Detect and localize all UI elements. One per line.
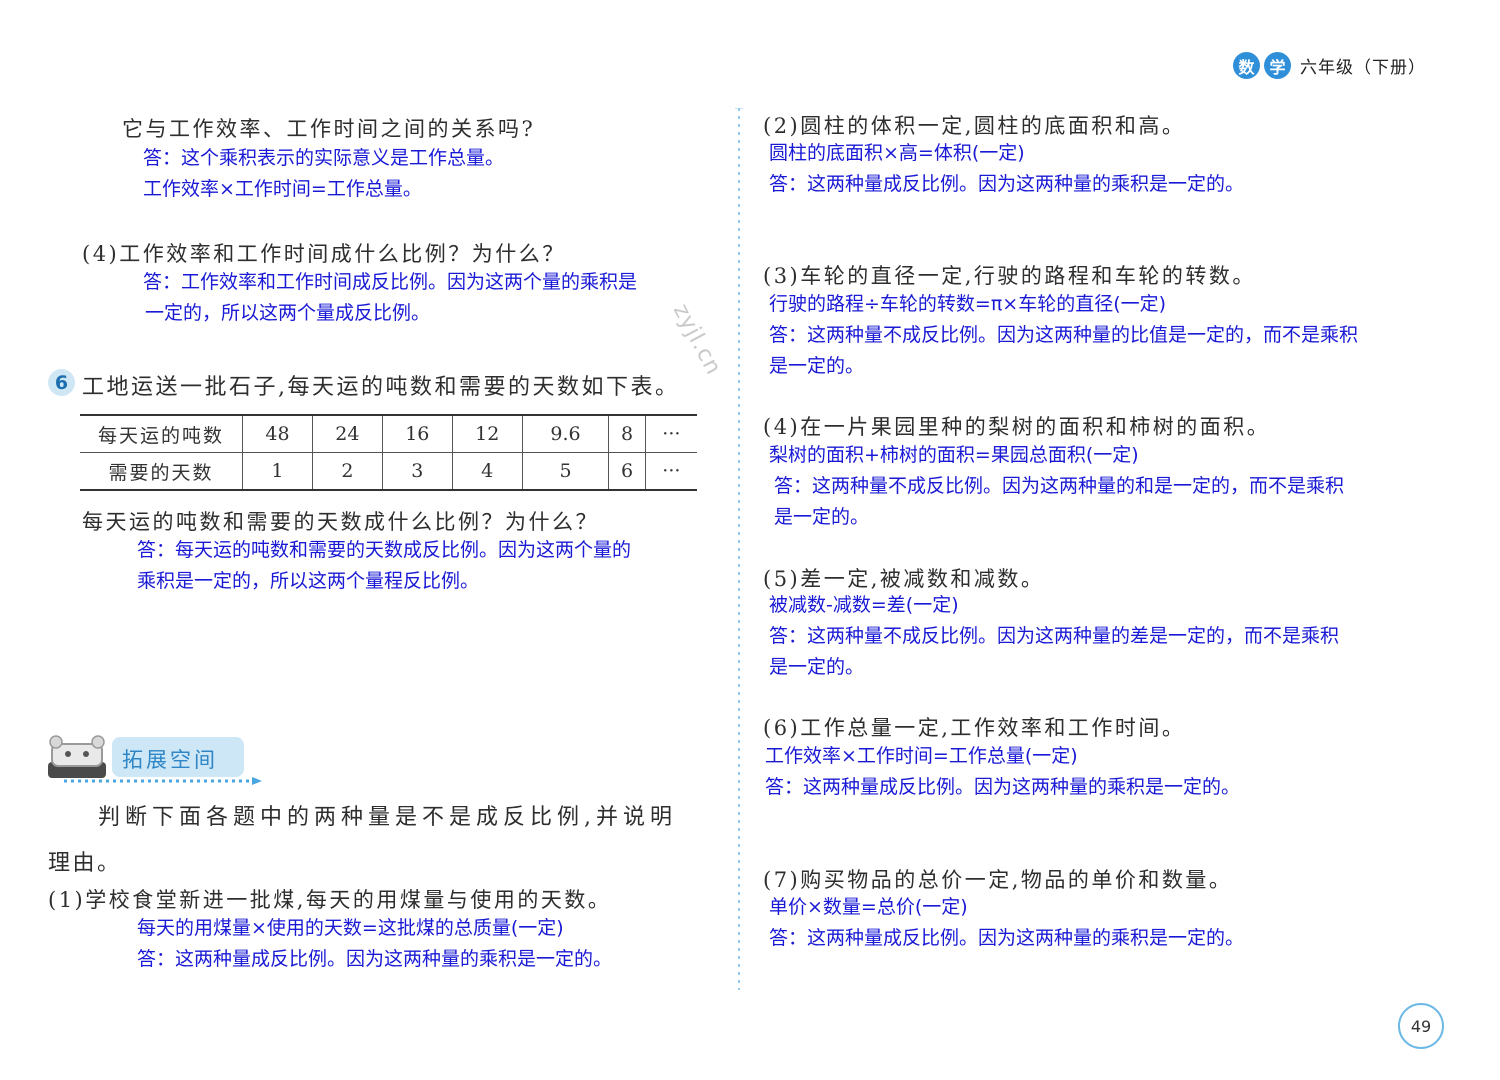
problem-6-answer-line-2: 乘积是一定的，所以这两个量程反比例。 [137,570,480,592]
problem-6-answer-line-1: 答：每天运的吨数和需要的天数成反比例。因为这两个量的 [137,539,632,561]
problem-6-question: 每天运的吨数和需要的天数成什么比例？为什么？ [82,510,599,534]
table-cell: ··· [644,452,697,490]
problem-6-text: 工地运送一批石子,每天运的吨数和需要的天数如下表。 [82,375,680,400]
item-6-answer: 答：这两种量成反比例。因为这两种量的乘积是一定的。 [765,776,1241,798]
column-divider [735,108,743,990]
page-header: 数 学 六年级（下册） [1233,52,1426,79]
extension-intro-line-1: 判断下面各题中的两种量是不是成反比例,并说明 [98,805,677,830]
item-5-answer-line-1: 答：这两种量不成反比例。因为这两种量的差是一定的，而不是乘积 [769,625,1340,647]
item-5-answer-line-2: 是一定的。 [769,656,865,678]
item-2-answer: 答：这两种量成反比例。因为这两种量的乘积是一定的。 [769,173,1245,195]
item-4-equation: 梨树的面积+柿树的面积=果园总面积(一定) [769,444,1139,466]
page-number: 49 [1398,1003,1444,1049]
table-cell: 24 [311,415,383,453]
row-header-days: 需要的天数 [108,461,214,484]
q3-answer-line-1: 答：这个乘积表示的实际意义是工作总量。 [143,147,505,169]
item-3-answer-line-2: 是一定的。 [769,355,865,377]
table-row: 需要的天数 1 2 3 4 5 6 ··· [80,452,697,490]
subject-badge-1: 数 [1233,52,1260,79]
item-2-question: (2)圆柱的体积一定,圆柱的底面积和高。 [763,114,1186,138]
watermark: zyjl.cn [667,300,727,380]
table-cell: 6 [608,452,646,490]
item-5-equation: 被减数-减数=差(一定) [769,594,959,616]
q4-question: (4)工作效率和工作时间成什么比例？为什么？ [82,242,566,266]
grade-label: 六年级（下册） [1300,58,1426,78]
subject-badge-2: 学 [1264,52,1291,79]
item-7-equation: 单价×数量=总价(一定) [769,896,968,918]
table-cell: 3 [381,452,453,490]
item-3-question: (3)车轮的直径一定,行驶的路程和车轮的转数。 [763,264,1256,288]
table-cell: 8 [608,415,646,453]
item-3-answer-line-1: 答：这两种量不成反比例。因为这两种量的比值是一定的，而不是乘积 [769,324,1359,346]
table-cell: 5 [521,452,609,490]
item-7-question: (7)购买物品的总价一定,物品的单价和数量。 [763,868,1233,892]
table-cell: 2 [311,452,383,490]
item-4-question: (4)在一片果园里种的梨树的面积和柿树的面积。 [763,415,1271,439]
mascot-icon [48,735,106,778]
q4-answer-line-1: 答：工作效率和工作时间成反比例。因为这两个量的乘积是 [143,271,638,293]
table-row: 每天运的吨数 48 24 16 12 9.6 8 ··· [80,415,697,453]
q3-continuation: 它与工作效率、工作时间之间的关系吗? [122,117,536,141]
item-1-question: (1)学校食堂新进一批煤,每天的用煤量与使用的天数。 [48,888,612,912]
problem-number-6: 6 [48,369,75,396]
row-header-tons: 每天运的吨数 [80,415,243,453]
item-6-question: (6)工作总量一定,工作效率和工作时间。 [763,716,1186,740]
table-cell: 1 [242,452,313,490]
item-1-answer: 答：这两种量成反比例。因为这两种量的乘积是一定的。 [137,948,613,970]
item-4-answer-line-2: 是一定的。 [774,506,870,528]
item-4-answer-line-1: 答：这两种量不成反比例。因为这两种量的和是一定的，而不是乘积 [774,475,1345,497]
table-cell: 48 [242,415,313,453]
item-2-equation: 圆柱的底面积×高=体积(一定) [769,142,1025,164]
section-dotted-arrow [64,777,262,785]
item-1-equation: 每天的用煤量×使用的天数=这批煤的总质量(一定) [137,917,564,939]
tonnage-days-table: 每天运的吨数 48 24 16 12 9.6 8 ··· 需要的天数 1 2 3… [80,414,697,491]
q4-answer-line-2: 一定的，所以这两个量成反比例。 [145,302,431,324]
table-cell: 12 [451,415,523,453]
table-cell: 9.6 [521,415,609,453]
item-7-answer: 答：这两种量成反比例。因为这两种量的乘积是一定的。 [769,927,1245,949]
item-6-equation: 工作效率×工作时间=工作总量(一定) [765,745,1078,767]
q3-answer-line-2: 工作效率×工作时间=工作总量。 [143,178,422,200]
table-cell: ··· [644,415,697,453]
item-5-question: (5)差一定,被减数和减数。 [763,567,1045,591]
table-cell: 4 [451,452,523,490]
item-3-equation: 行驶的路程÷车轮的转数=π×车轮的直径(一定) [769,293,1167,315]
table-cell: 16 [381,415,453,453]
section-title: 拓展空间 [122,748,218,772]
extension-intro-line-2: 理由。 [48,851,122,876]
